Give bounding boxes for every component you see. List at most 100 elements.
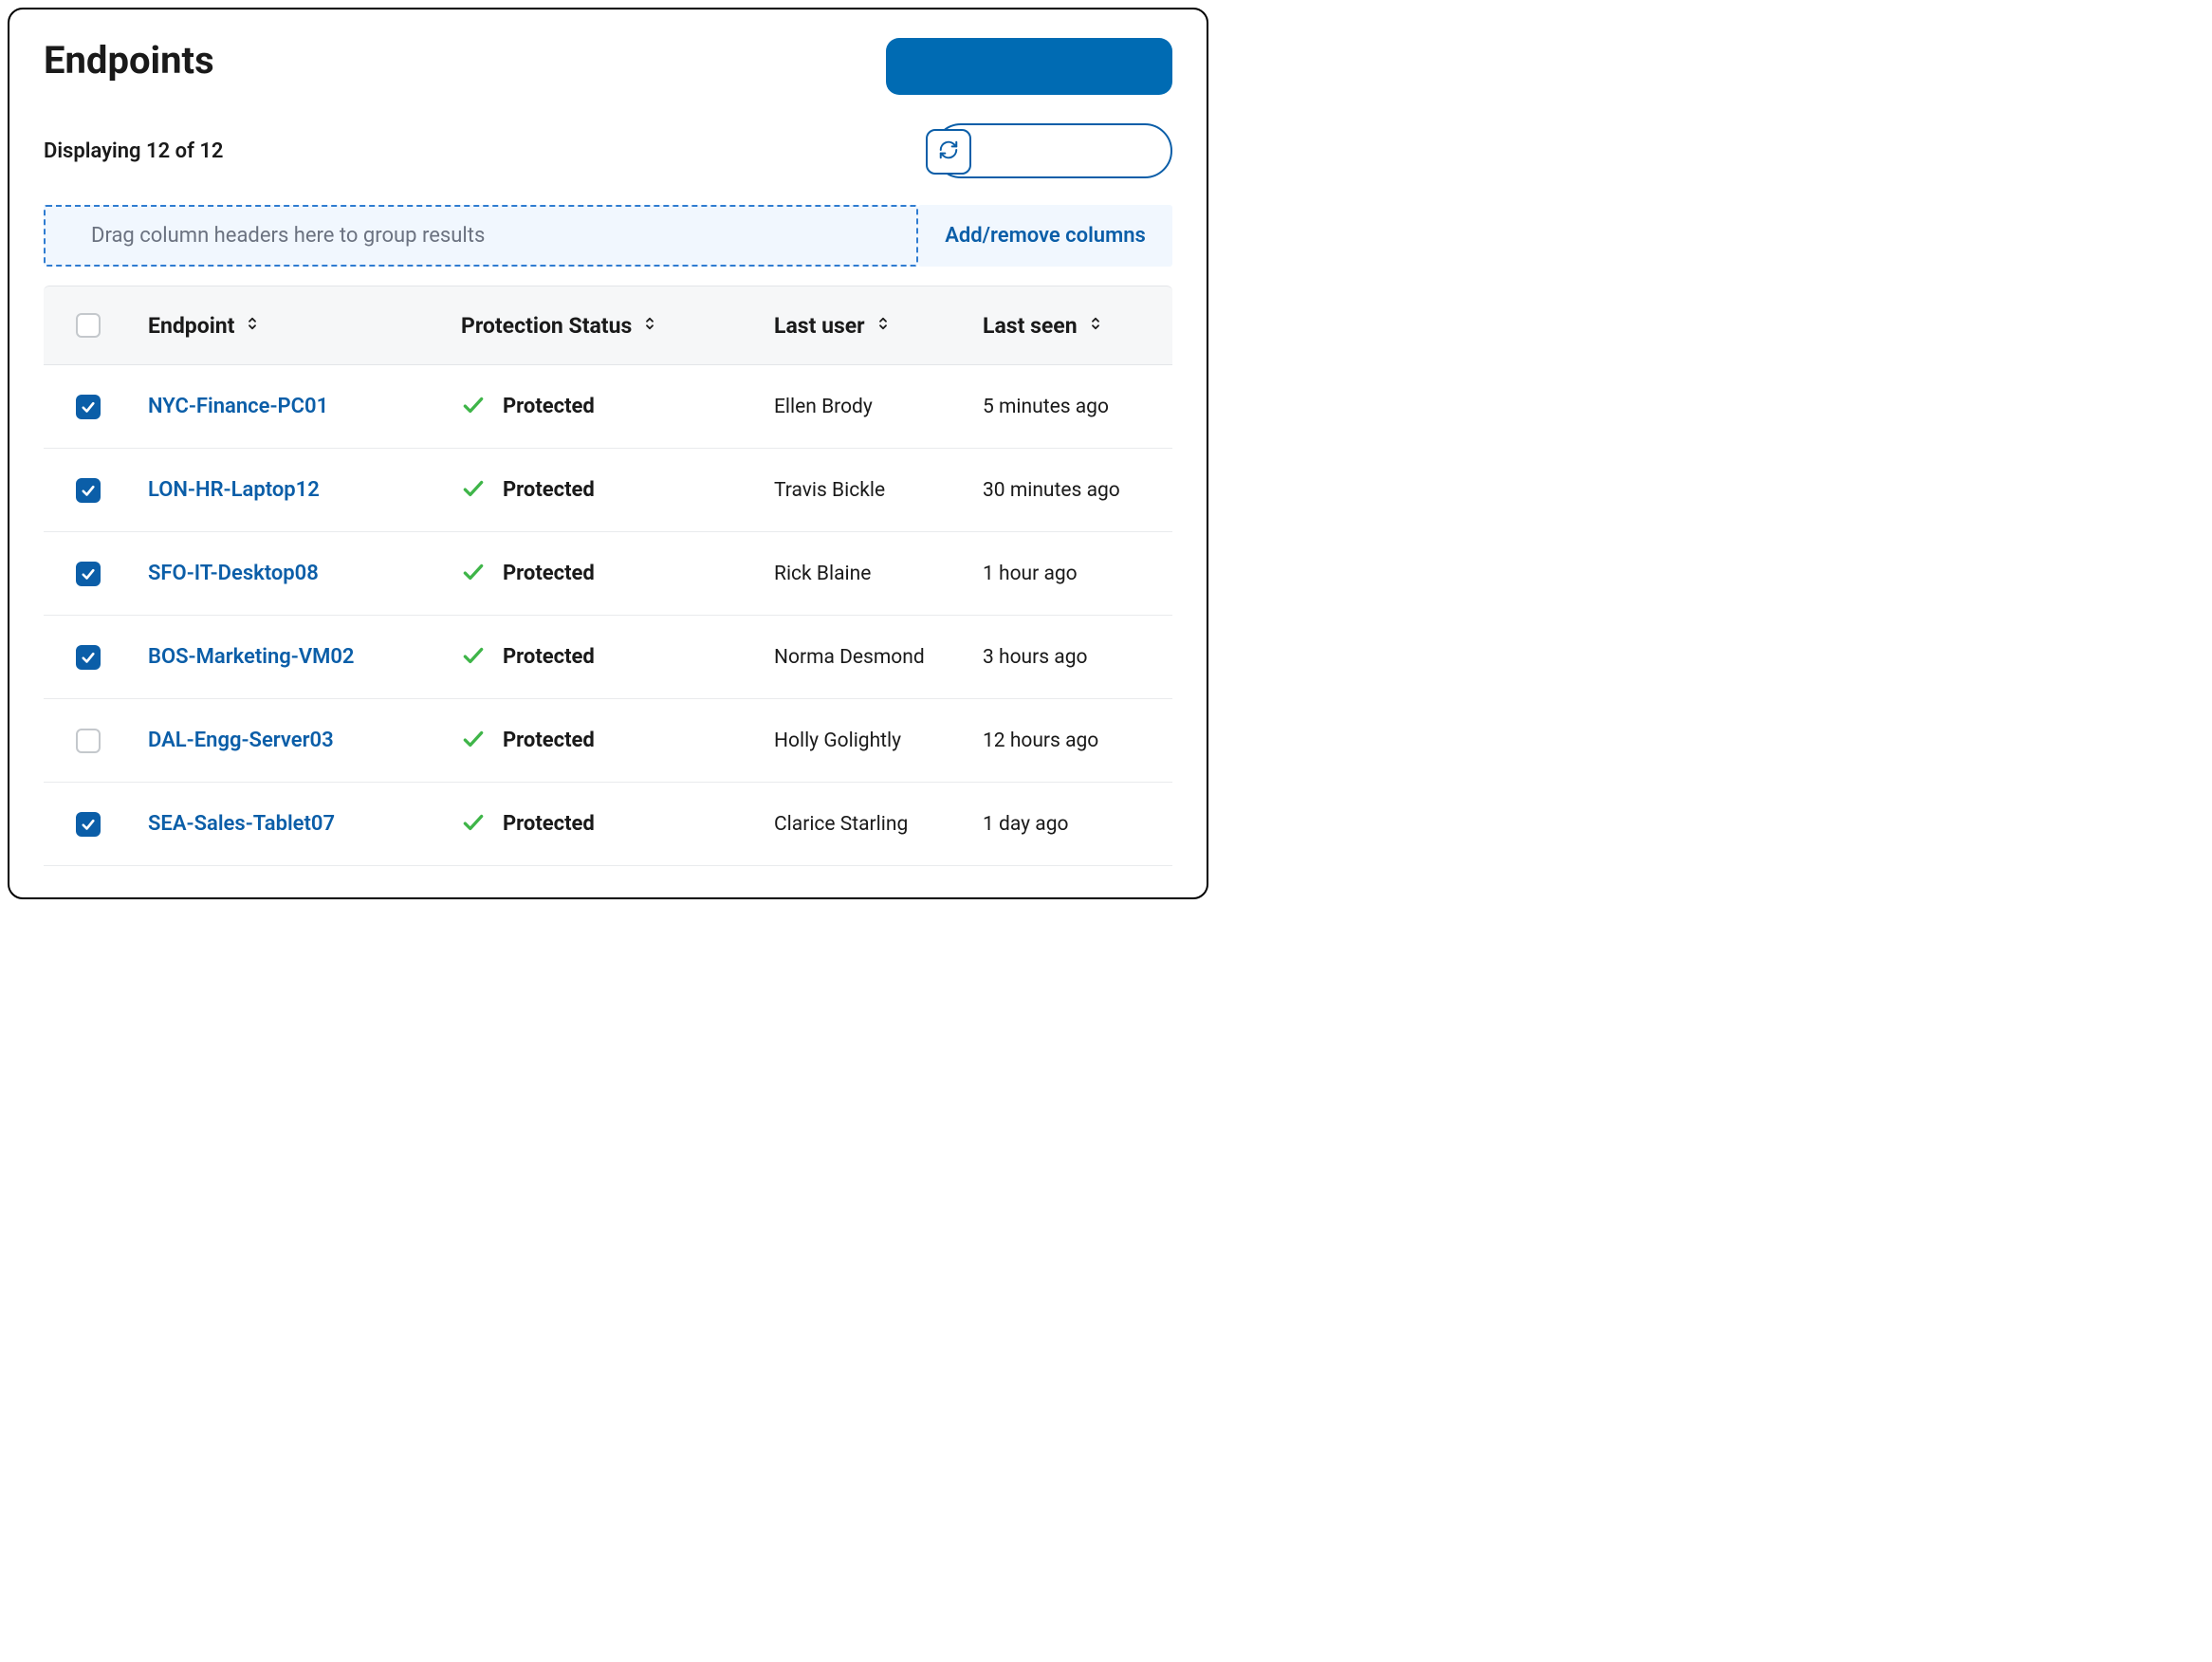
endpoint-link[interactable]: BOS-Marketing-VM02 [148, 645, 355, 669]
table-row: LON-HR-Laptop12 Protected Travis Bickle 30 … [44, 449, 1172, 532]
row-checkbox-cell [44, 478, 148, 503]
status-text: Protected [503, 645, 595, 669]
seen-text: 5 minutes ago [983, 396, 1109, 418]
seen-cell: 3 hours ago [973, 646, 1172, 669]
user-cell: Clarice Starling [774, 813, 973, 836]
check-icon [461, 393, 486, 421]
header-user[interactable]: Last user [774, 313, 973, 339]
endpoint-cell: SFO-IT-Desktop08 [148, 562, 461, 585]
status-cell: Protected [461, 643, 774, 672]
table-header-row: Endpoint Protection Status Last user Las… [44, 286, 1172, 365]
user-text: Holly Golightly [774, 729, 901, 752]
refresh-icon-button[interactable] [926, 129, 971, 175]
status-text: Protected [503, 562, 595, 585]
user-cell: Travis Bickle [774, 479, 973, 502]
header-checkbox-cell [44, 313, 148, 338]
check-icon [461, 810, 486, 839]
endpoint-link[interactable]: SEA-Sales-Tablet07 [148, 812, 335, 836]
status-cell: Protected [461, 810, 774, 839]
endpoint-link[interactable]: SFO-IT-Desktop08 [148, 562, 319, 585]
page-title: Endpoints [44, 38, 214, 83]
table-row: SFO-IT-Desktop08 Protected Rick Blaine 1 ho… [44, 532, 1172, 616]
primary-action-button[interactable] [886, 38, 1172, 95]
sort-icon [875, 315, 892, 336]
row-checkbox[interactable] [76, 478, 101, 503]
endpoint-cell: NYC-Finance-PC01 [148, 395, 461, 418]
table-row: BOS-Marketing-VM02 Protected Norma Desmond… [44, 616, 1172, 699]
status-text: Protected [503, 395, 595, 418]
check-icon [461, 476, 486, 505]
result-count: Displaying 12 of 12 [44, 139, 224, 163]
row-checkbox[interactable] [76, 729, 101, 753]
header-row: Endpoints [44, 38, 1172, 95]
user-text: Travis Bickle [774, 479, 885, 502]
endpoint-link[interactable]: NYC-Finance-PC01 [148, 395, 328, 418]
status-cell: Protected [461, 560, 774, 588]
seen-text: 1 day ago [983, 813, 1068, 836]
sub-header-row: Displaying 12 of 12 [44, 123, 1172, 178]
table-row: SEA-Sales-Tablet07 Protected Clarice Starl… [44, 783, 1172, 866]
row-checkbox-cell [44, 812, 148, 837]
row-checkbox[interactable] [76, 812, 101, 837]
header-seen-label: Last seen [983, 313, 1078, 339]
seen-cell: 1 day ago [973, 813, 1172, 836]
table-body: NYC-Finance-PC01 Protected Ellen Brody 5 mi… [44, 365, 1172, 866]
seen-text: 1 hour ago [983, 563, 1078, 585]
add-remove-columns-button[interactable]: Add/remove columns [918, 205, 1172, 267]
status-text: Protected [503, 478, 595, 502]
refresh-control [926, 123, 1172, 178]
seen-cell: 5 minutes ago [973, 396, 1172, 418]
status-cell: Protected [461, 476, 774, 505]
endpoint-cell: BOS-Marketing-VM02 [148, 645, 461, 669]
endpoint-link[interactable]: DAL-Engg-Server03 [148, 729, 334, 752]
seen-text: 12 hours ago [983, 729, 1098, 752]
user-text: Rick Blaine [774, 563, 871, 585]
status-cell: Protected [461, 393, 774, 421]
seen-text: 3 hours ago [983, 646, 1088, 669]
row-checkbox-cell [44, 729, 148, 753]
row-checkbox[interactable] [76, 395, 101, 419]
sort-icon [1087, 315, 1104, 336]
status-text: Protected [503, 729, 595, 752]
user-text: Clarice Starling [774, 813, 908, 836]
sort-icon [244, 315, 261, 336]
header-endpoint-label: Endpoint [148, 313, 234, 339]
header-endpoint[interactable]: Endpoint [148, 313, 461, 339]
row-checkbox[interactable] [76, 562, 101, 586]
user-cell: Holly Golightly [774, 729, 973, 752]
user-text: Ellen Brody [774, 396, 873, 418]
select-all-checkbox[interactable] [76, 313, 101, 338]
endpoint-cell: LON-HR-Laptop12 [148, 478, 461, 502]
row-checkbox[interactable] [76, 645, 101, 670]
check-icon [461, 643, 486, 672]
refresh-icon [938, 139, 959, 164]
endpoint-link[interactable]: LON-HR-Laptop12 [148, 478, 320, 502]
user-cell: Norma Desmond [774, 646, 973, 669]
header-status-label: Protection Status [461, 313, 632, 339]
seen-cell: 30 minutes ago [973, 479, 1172, 502]
user-text: Norma Desmond [774, 646, 925, 669]
app-frame: Endpoints Displaying 12 of 12 Drag colum… [8, 8, 1208, 899]
row-checkbox-cell [44, 645, 148, 670]
seen-cell: 1 hour ago [973, 563, 1172, 585]
user-cell: Ellen Brody [774, 396, 973, 418]
row-checkbox-cell [44, 562, 148, 586]
sort-icon [641, 315, 658, 336]
seen-text: 30 minutes ago [983, 479, 1120, 502]
status-cell: Protected [461, 727, 774, 755]
header-seen[interactable]: Last seen [973, 313, 1172, 339]
check-icon [461, 560, 486, 588]
user-cell: Rick Blaine [774, 563, 973, 585]
header-status[interactable]: Protection Status [461, 313, 774, 339]
group-dropzone[interactable]: Drag column headers here to group result… [44, 205, 918, 267]
endpoints-table: Endpoint Protection Status Last user Las… [44, 286, 1172, 866]
endpoint-cell: DAL-Engg-Server03 [148, 729, 461, 752]
seen-cell: 12 hours ago [973, 729, 1172, 752]
status-text: Protected [503, 812, 595, 836]
check-icon [461, 727, 486, 755]
header-user-label: Last user [774, 313, 865, 339]
row-checkbox-cell [44, 395, 148, 419]
table-row: DAL-Engg-Server03 Protected Holly Golightl… [44, 699, 1172, 783]
table-row: NYC-Finance-PC01 Protected Ellen Brody 5 mi… [44, 365, 1172, 449]
grouping-row: Drag column headers here to group result… [44, 205, 1172, 267]
